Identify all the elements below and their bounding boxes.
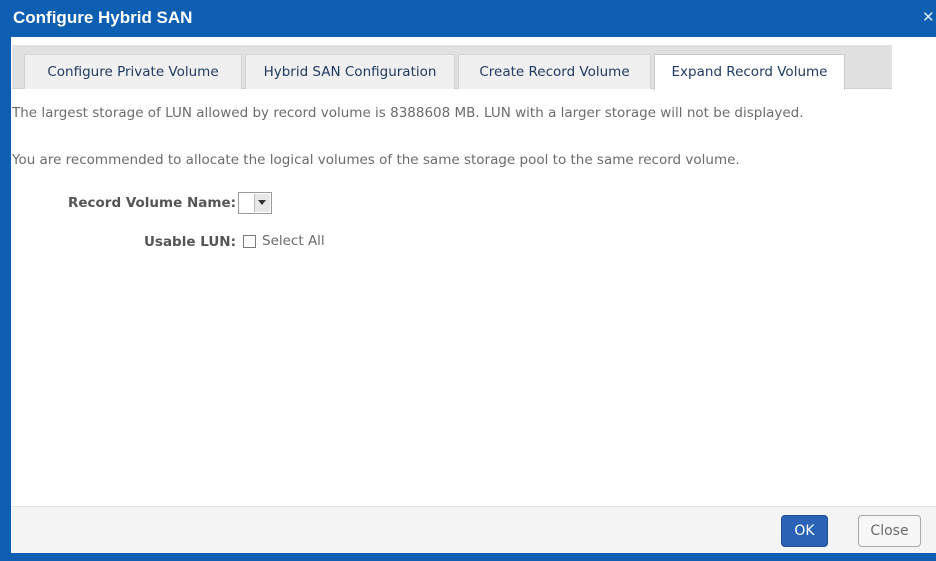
configure-hybrid-san-dialog: Configure Hybrid SAN ✕ Configure Private… (0, 0, 936, 561)
close-icon[interactable]: ✕ (922, 6, 936, 28)
dialog-frame-left (0, 37, 11, 561)
lun-size-notice: The largest storage of LUN allowed by re… (12, 105, 804, 121)
dialog-frame-bottom (0, 553, 936, 561)
close-button[interactable]: Close (858, 515, 921, 547)
tab-hybrid-san-configuration[interactable]: Hybrid SAN Configuration (245, 54, 455, 89)
record-volume-name-label: Record Volume Name: (67, 195, 236, 211)
usable-lun-label: Usable LUN: (143, 234, 236, 250)
select-all-checkbox[interactable] (243, 235, 256, 248)
allocation-recommendation: You are recommended to allocate the logi… (12, 152, 740, 168)
ok-button[interactable]: OK (781, 515, 828, 547)
record-volume-name-value (241, 194, 253, 212)
select-all-label[interactable]: Select All (262, 232, 325, 250)
tab-expand-record-volume[interactable]: Expand Record Volume (654, 54, 845, 90)
dialog-title-bar[interactable]: Configure Hybrid SAN ✕ (0, 0, 936, 37)
record-volume-name-select[interactable] (238, 192, 272, 214)
chevron-down-icon[interactable] (254, 194, 270, 212)
tab-configure-private-volume[interactable]: Configure Private Volume (24, 54, 242, 89)
tab-create-record-volume[interactable]: Create Record Volume (458, 54, 651, 89)
dialog-title: Configure Hybrid SAN (13, 8, 193, 27)
tab-strip: Configure Private Volume Hybrid SAN Conf… (12, 45, 892, 90)
